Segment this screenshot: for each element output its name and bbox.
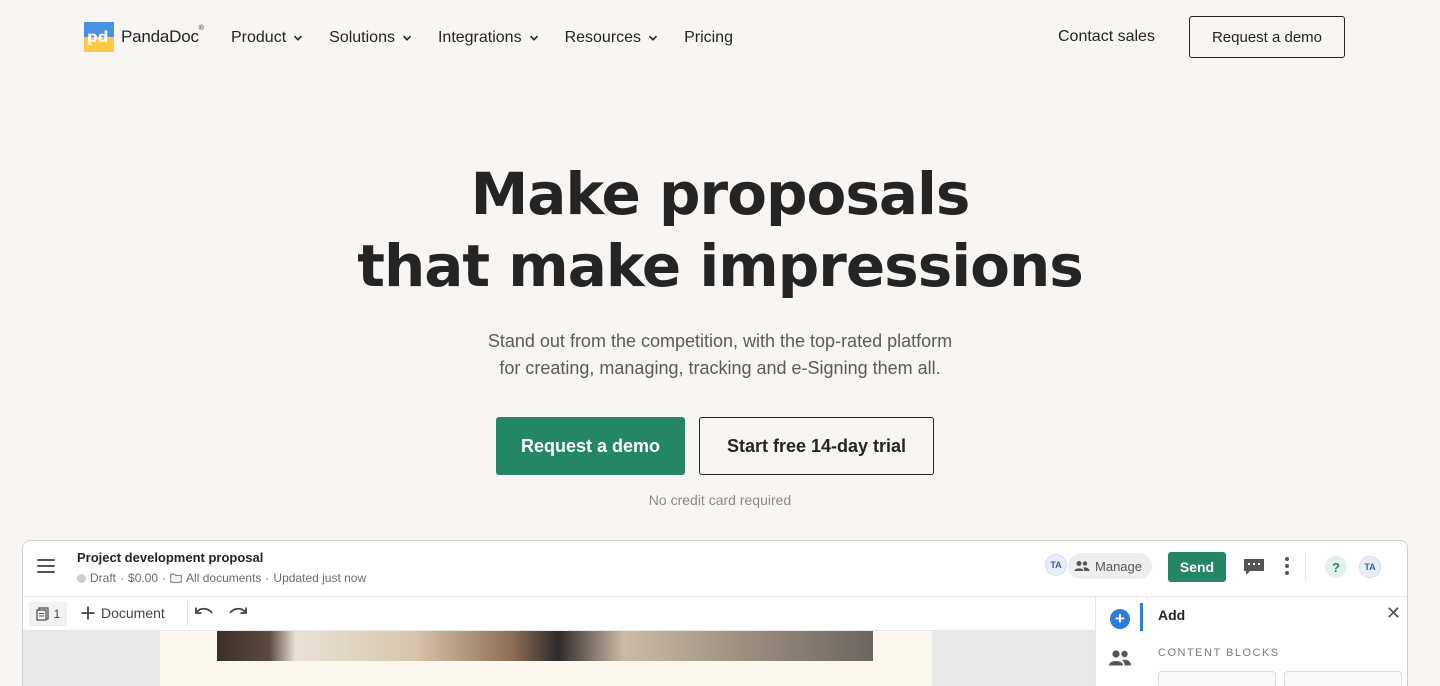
logo-text: PandaDoc® (121, 25, 204, 46)
add-document-button[interactable]: Document (81, 605, 165, 621)
add-content-icon[interactable]: + (1110, 609, 1130, 629)
divider (187, 601, 188, 627)
status-dot-icon (77, 573, 86, 583)
more-vertical-icon[interactable] (1285, 557, 1289, 578)
hero-subtitle: Stand out from the competition, with the… (0, 328, 1440, 382)
main-menu: Product Solutions Integrations Resources… (231, 28, 759, 48)
plus-icon (81, 606, 95, 620)
hero-title: Make proposals that make impressions (0, 158, 1440, 302)
comment-icon[interactable] (1243, 558, 1265, 576)
send-button[interactable]: Send (1168, 552, 1226, 582)
content-blocks-heading: CONTENT BLOCKS (1158, 647, 1280, 659)
top-navigation: pd PandaDoc® Product Solutions Integrati… (0, 0, 1440, 76)
avatar[interactable]: TA (1045, 554, 1067, 576)
menu-solutions[interactable]: Solutions (329, 28, 412, 48)
redo-icon[interactable] (227, 606, 247, 620)
app-preview: Project development proposal Draft · $0.… (22, 540, 1408, 686)
undo-icon[interactable] (195, 606, 215, 620)
menu-resources-label: Resources (564, 29, 642, 46)
pages-icon (36, 607, 49, 621)
chevron-down-icon (402, 35, 412, 41)
nav-request-demo-button[interactable]: Request a demo (1189, 16, 1345, 58)
meta-separator: · (162, 571, 167, 585)
start-free-trial-button[interactable]: Start free 14-day trial (699, 417, 934, 475)
hero-request-demo-button[interactable]: Request a demo (496, 417, 685, 475)
hero-title-line-1: Make proposals (470, 160, 971, 228)
document-updated: Updated just now (273, 571, 367, 585)
content-block-tile[interactable] (1284, 671, 1402, 686)
hero-title-line-2: that make impressions (357, 232, 1084, 300)
document-meta: Draft · $0.00 · All documents · Updated … (77, 571, 366, 585)
document-status: Draft (90, 571, 117, 585)
hero-subtitle-line-1: Stand out from the competition, with the… (487, 331, 953, 351)
chevron-down-icon (294, 35, 303, 41)
document-amount: $0.00 (128, 571, 159, 585)
content-block-tile[interactable] (1158, 671, 1276, 686)
pandadoc-logo[interactable]: pd PandaDoc® (84, 22, 204, 52)
chevron-down-icon (648, 35, 658, 41)
add-document-label: Document (101, 605, 165, 621)
menu-integrations-label: Integrations (437, 29, 522, 46)
manage-label: Manage (1095, 558, 1142, 574)
pages-button[interactable]: 1 (29, 602, 67, 626)
pandadoc-logo-mark: pd (84, 22, 114, 52)
pages-count: 1 (53, 607, 61, 621)
editor-header: Project development proposal Draft · $0.… (23, 541, 1407, 597)
menu-pricing[interactable]: Pricing (684, 28, 733, 48)
document-canvas (23, 631, 1095, 686)
manage-button[interactable]: Manage (1068, 553, 1152, 579)
help-icon[interactable]: ? (1325, 556, 1347, 578)
editor-toolbar: 1 Document (23, 597, 1095, 631)
menu-resources[interactable]: Resources (565, 28, 658, 48)
divider (1305, 553, 1306, 581)
side-rail: + (1095, 597, 1143, 686)
document-folder[interactable]: All documents (186, 571, 261, 585)
chevron-down-icon (529, 35, 538, 41)
close-icon[interactable]: ✕ (1386, 603, 1401, 624)
menu-solutions-label: Solutions (329, 29, 395, 46)
add-panel: Add ✕ CONTENT BLOCKS (1143, 597, 1407, 686)
menu-product[interactable]: Product (231, 28, 303, 48)
document-page[interactable] (160, 631, 932, 686)
meta-separator: · (120, 571, 125, 585)
document-cover-image (217, 631, 873, 661)
menu-product-label: Product (231, 29, 287, 46)
document-title: Project development proposal (77, 550, 264, 565)
hero-subtitle-line-2: for creating, managing, tracking and e-S… (499, 358, 941, 378)
user-avatar[interactable]: TA (1359, 556, 1381, 578)
people-icon (1074, 561, 1090, 571)
no-credit-card-note: No credit card required (648, 492, 792, 508)
people-icon[interactable] (1108, 649, 1132, 667)
add-panel-title: Add (1158, 607, 1186, 623)
menu-integrations[interactable]: Integrations (438, 28, 539, 48)
hamburger-icon[interactable] (37, 559, 55, 573)
folder-icon (170, 573, 182, 583)
contact-sales-link[interactable]: Contact sales (1058, 28, 1155, 46)
meta-separator: · (265, 571, 270, 585)
menu-pricing-label: Pricing (684, 29, 733, 46)
svg-text:pd: pd (87, 28, 108, 46)
